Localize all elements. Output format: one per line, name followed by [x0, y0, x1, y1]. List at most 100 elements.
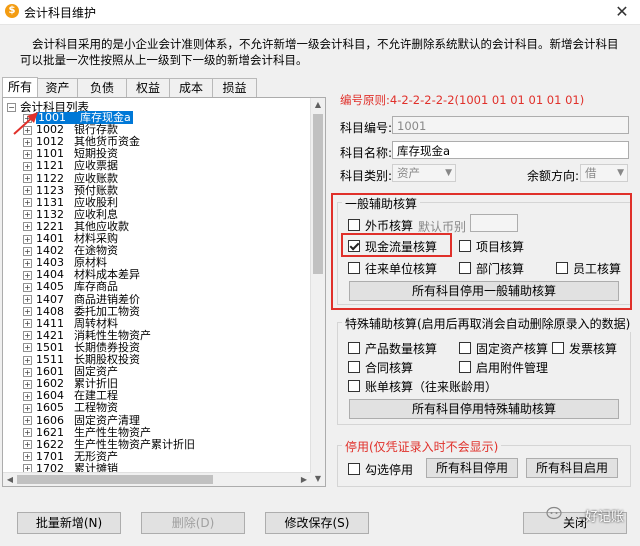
direction-select[interactable]: 借 ▼: [580, 164, 628, 182]
partner-checkbox[interactable]: 往来单位核算: [348, 260, 437, 277]
aging-checkbox[interactable]: 账单核算（往来账龄用）: [348, 378, 497, 395]
checkbox-icon: [348, 361, 360, 373]
tree-item-name: 应收票据: [74, 159, 118, 173]
checkbox-icon: [459, 240, 471, 252]
expand-icon[interactable]: +: [23, 343, 32, 353]
expand-icon[interactable]: +: [23, 246, 32, 256]
scroll-right-icon[interactable]: ▶: [297, 473, 311, 486]
type-select[interactable]: 资产 ▼: [392, 164, 456, 182]
title-bar: $ 会计科目维护 ✕: [0, 0, 640, 25]
expand-icon[interactable]: +: [23, 161, 32, 171]
expand-icon[interactable]: +: [23, 258, 32, 268]
tree-item-name: 生产性生物资产: [74, 425, 151, 439]
disable-special-aux-button[interactable]: 所有科目停用特殊辅助核算: [349, 399, 619, 419]
attachment-checkbox[interactable]: 启用附件管理: [459, 359, 548, 376]
scroll-down-icon[interactable]: ▼: [311, 472, 325, 486]
expand-icon[interactable]: +: [23, 367, 32, 377]
expand-icon[interactable]: +: [23, 440, 32, 450]
expand-icon[interactable]: +: [23, 416, 32, 425]
disable-general-aux-button[interactable]: 所有科目停用一般辅助核算: [349, 281, 619, 301]
expand-icon[interactable]: +: [23, 234, 32, 244]
expand-icon[interactable]: +: [23, 149, 32, 159]
delete-button[interactable]: 删除(D): [141, 512, 245, 534]
tree-item-code: 1123: [36, 183, 64, 197]
tree-vertical-scrollbar[interactable]: ▲ ▼: [310, 98, 325, 486]
expand-icon[interactable]: +: [23, 174, 32, 183]
expand-icon[interactable]: +: [23, 198, 32, 208]
batch-add-button[interactable]: 批量新增(N): [17, 512, 121, 534]
department-label: 部门核算: [476, 262, 525, 276]
tab-all[interactable]: 所有: [2, 77, 38, 99]
disable-group-title: 停用(仅凭证录入时不会显示): [342, 438, 502, 455]
expand-icon[interactable]: +: [23, 379, 32, 389]
quantity-checkbox[interactable]: 产品数量核算: [348, 340, 437, 357]
expand-icon[interactable]: +: [23, 282, 32, 292]
tree-item-code: 1407: [36, 292, 64, 306]
tree-item-code: 1606: [36, 413, 64, 427]
chevron-down-icon: ▼: [617, 168, 624, 178]
expand-icon[interactable]: +: [23, 452, 32, 462]
tree-item-code: 1621: [36, 425, 64, 439]
invoice-checkbox[interactable]: 发票核算: [552, 340, 617, 357]
default-currency-field[interactable]: [470, 214, 518, 232]
tree-horizontal-scrollbar[interactable]: ◀ ▶: [3, 472, 311, 486]
fixed-asset-checkbox[interactable]: 固定资产核算: [459, 340, 548, 357]
tree-item-name: 消耗性生物资产: [74, 328, 151, 342]
tree-item-code: 1411: [36, 316, 64, 330]
scroll-thumb[interactable]: [313, 114, 323, 274]
expand-icon[interactable]: +: [23, 403, 32, 413]
tab-equity[interactable]: 权益: [126, 78, 170, 98]
expand-icon[interactable]: +: [23, 391, 32, 401]
direction-value: 借: [585, 166, 597, 180]
fixed-asset-label: 固定资产核算: [476, 342, 549, 356]
expand-icon[interactable]: +: [23, 319, 32, 329]
tree-item-name: 委托加工物资: [74, 304, 140, 318]
hscroll-thumb[interactable]: [17, 475, 213, 484]
chevron-down-icon: ▼: [445, 168, 452, 178]
expand-icon[interactable]: +: [23, 137, 32, 147]
foreign-currency-checkbox[interactable]: 外币核算: [348, 217, 413, 234]
expand-icon[interactable]: +: [23, 355, 32, 365]
account-tree[interactable]: − 会计科目列表 +1001 库存现金a +1002 银行存款 +1012 其他货币资金 +1…: [2, 97, 326, 487]
expand-icon[interactable]: +: [23, 295, 32, 304]
expand-icon[interactable]: +: [23, 186, 32, 196]
cashflow-label: 现金流量核算: [365, 240, 438, 254]
scroll-up-icon[interactable]: ▲: [311, 98, 325, 112]
attachment-label: 启用附件管理: [476, 361, 549, 375]
tree-item-name: 库存商品: [74, 280, 118, 294]
disable-all-button[interactable]: 所有科目停用: [426, 458, 518, 478]
scroll-left-icon[interactable]: ◀: [3, 473, 17, 486]
collapse-icon[interactable]: −: [7, 103, 16, 112]
cashflow-checkbox[interactable]: 现金流量核算: [348, 238, 437, 255]
tab-cost[interactable]: 成本: [169, 78, 213, 98]
project-checkbox[interactable]: 项目核算: [459, 238, 524, 255]
code-field[interactable]: 1001: [392, 116, 629, 134]
checkbox-icon: [556, 262, 568, 274]
disable-checkbox[interactable]: 勾选停用: [348, 461, 413, 478]
tab-profit-loss[interactable]: 损益: [212, 78, 257, 98]
expand-icon[interactable]: +: [23, 270, 32, 280]
tree-item-code: 1121: [36, 159, 64, 173]
type-label: 科目类别:: [340, 169, 393, 183]
department-checkbox[interactable]: 部门核算: [459, 260, 524, 277]
expand-icon[interactable]: +: [23, 331, 32, 341]
tree-item-code: 1421: [36, 328, 64, 342]
tree-item-name: 其他应收款: [74, 219, 129, 233]
special-aux-title: 特殊辅助核算(启用后再取消会自动删除原录入的数据): [342, 315, 634, 332]
checkbox-icon: [348, 219, 360, 231]
tree-item-name: 预付账款: [74, 183, 118, 197]
save-button[interactable]: 修改保存(S): [265, 512, 369, 534]
enable-all-button[interactable]: 所有科目启用: [526, 458, 618, 478]
employee-checkbox[interactable]: 员工核算: [556, 260, 621, 277]
expand-icon[interactable]: +: [23, 428, 32, 438]
expand-icon[interactable]: +: [23, 222, 32, 232]
name-field[interactable]: 库存现金a: [392, 141, 629, 159]
contract-checkbox[interactable]: 合同核算: [348, 359, 413, 376]
tab-assets[interactable]: 资产: [37, 78, 78, 98]
tab-liabilities[interactable]: 负债: [77, 78, 127, 98]
close-window-button[interactable]: ✕: [604, 0, 640, 24]
tree-item-code: 1131: [36, 195, 64, 209]
expand-icon[interactable]: +: [23, 210, 32, 220]
expand-icon[interactable]: +: [23, 307, 32, 317]
direction-label: 余额方向:: [527, 169, 580, 183]
